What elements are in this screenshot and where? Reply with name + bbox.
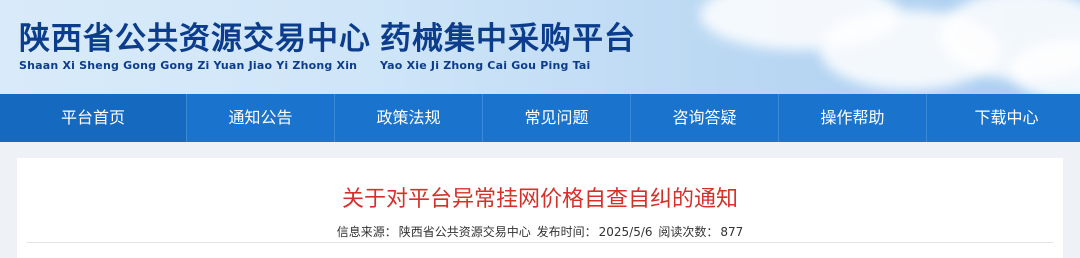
site-title-en: Shaan Xi Sheng Gong Gong Zi Yuan Jiao Yi…	[19, 59, 358, 72]
article-title: 关于对平台异常挂网价格自查自纠的通知	[341, 187, 738, 212]
nav-item-help[interactable]: 操作帮助	[779, 94, 927, 142]
meta-views-label: 阅读次数：	[658, 225, 719, 239]
nav-item-faq[interactable]: 常见问题	[483, 94, 631, 142]
main-nav: 平台首页 通知公告 政策法规 常见问题 咨询答疑 操作帮助 下载中心	[0, 94, 1080, 142]
meta-views-value: 877	[720, 225, 744, 239]
site-title-primary[interactable]: 陕西省公共资源交易中心 Shaan Xi Sheng Gong Gong Zi …	[19, 20, 371, 74]
nav-item-announcements[interactable]: 通知公告	[187, 94, 335, 142]
site-title-secondary[interactable]: 药械集中采购平台 Yao Xie Ji Zhong Cai Gou Ping T…	[380, 20, 636, 74]
article-panel: 关于对平台异常挂网价格自查自纠的通知 信息来源： 陕西省公共资源交易中心 发布时间…	[17, 158, 1063, 258]
site-title-cn: 陕西省公共资源交易中心	[19, 21, 371, 57]
meta-divider	[27, 242, 1053, 243]
site-header: 陕西省公共资源交易中心 Shaan Xi Sheng Gong Gong Zi …	[0, 0, 1080, 94]
meta-date-value: 2025/5/6	[598, 225, 653, 239]
nav-item-home[interactable]: 平台首页	[0, 94, 187, 142]
article-meta: 信息来源： 陕西省公共资源交易中心 发布时间： 2025/5/6 阅读次数： 877	[17, 224, 1063, 240]
platform-title-cn: 药械集中采购平台	[380, 21, 636, 57]
meta-date-label: 发布时间：	[536, 225, 597, 239]
nav-item-consultation[interactable]: 咨询答疑	[631, 94, 779, 142]
meta-source-value: 陕西省公共资源交易中心	[398, 225, 531, 239]
meta-source-label: 信息来源：	[336, 225, 397, 239]
nav-item-policies[interactable]: 政策法规	[335, 94, 483, 142]
nav-item-downloads[interactable]: 下载中心	[927, 94, 1080, 142]
platform-title-en: Yao Xie Ji Zhong Cai Gou Ping Tai	[380, 59, 591, 72]
